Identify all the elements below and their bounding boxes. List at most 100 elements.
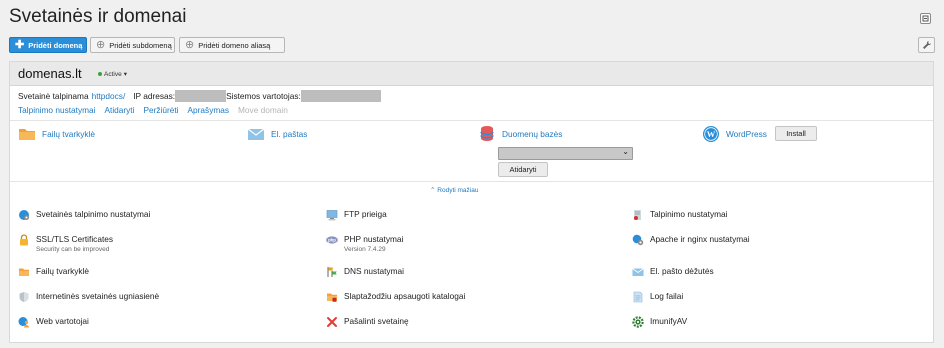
ftp-monitor-icon bbox=[326, 210, 338, 221]
databases-feature[interactable]: Duomenų bazės bbox=[478, 125, 562, 143]
mail-icon bbox=[632, 268, 644, 276]
status-badge[interactable]: Active ▾ bbox=[98, 70, 127, 78]
mail-link[interactable]: El. paštas bbox=[271, 129, 307, 139]
lock-icon bbox=[20, 234, 28, 246]
file-manager-link[interactable]: Failų tvarkyklė bbox=[42, 129, 95, 139]
add-alias-button[interactable]: ⊕ Pridėti domeno aliasą bbox=[179, 37, 285, 53]
ip-label: IP adresas: bbox=[133, 91, 176, 101]
folder-icon bbox=[19, 129, 35, 140]
tool-web-firewall[interactable]: Internetinės svetainės ugniasienė bbox=[18, 291, 159, 303]
shield-icon bbox=[19, 292, 29, 302]
preview-link[interactable]: Peržiūrėti bbox=[143, 105, 178, 115]
tool-log-files[interactable]: Log failai bbox=[632, 291, 683, 303]
svg-text:php: php bbox=[328, 238, 336, 243]
system-user-redacted bbox=[300, 90, 381, 102]
tool-label: PHP nustatymai bbox=[344, 234, 404, 244]
file-manager-feature[interactable]: Failų tvarkyklė bbox=[18, 125, 95, 143]
wrench-icon bbox=[922, 40, 931, 49]
tool-mailboxes[interactable]: El. pašto dėžutės bbox=[632, 266, 714, 278]
tools-button[interactable] bbox=[918, 37, 935, 53]
tool-apache-nginx[interactable]: Apache ir nginx nustatymai bbox=[632, 234, 750, 246]
wordpress-feature[interactable]: W WordPress bbox=[702, 125, 767, 143]
domain-name[interactable]: domenas.lt bbox=[18, 66, 82, 81]
server-settings-icon bbox=[634, 210, 641, 220]
divider bbox=[10, 181, 933, 182]
tool-php-settings[interactable]: php PHP nustatymai Version 7.4.29 bbox=[326, 234, 403, 254]
page-title: Svetainės ir domenai bbox=[9, 6, 187, 27]
open-database-button[interactable]: Atidaryti bbox=[498, 162, 548, 177]
domain-card: domenas.lt Active ▾ Svetainė talpinama h… bbox=[9, 61, 934, 343]
mail-icon bbox=[247, 128, 265, 140]
chevron-down-icon: ▾ bbox=[123, 71, 127, 78]
wordpress-icon: W bbox=[703, 126, 719, 142]
open-link[interactable]: Atidaryti bbox=[104, 105, 134, 115]
locked-folder-icon bbox=[327, 293, 337, 302]
tool-label: Talpinimo nustatymai bbox=[650, 209, 728, 219]
description-link[interactable]: Aprašymas bbox=[188, 105, 230, 115]
divider bbox=[10, 120, 933, 121]
tool-label: El. pašto dėžutės bbox=[650, 266, 714, 276]
wordpress-link[interactable]: WordPress bbox=[726, 129, 767, 139]
tool-file-manager[interactable]: Failų tvarkyklė bbox=[18, 266, 89, 278]
add-domain-label: Pridėti domeną bbox=[28, 40, 83, 50]
open-database-label: Atidaryti bbox=[509, 165, 537, 174]
tool-hosting-settings-2[interactable]: Talpinimo nustatymai bbox=[632, 209, 727, 221]
tool-label: Log failai bbox=[650, 291, 684, 301]
show-less-link[interactable]: ⌃ Rodyti mažiau bbox=[430, 186, 478, 194]
chevron-down-icon: ⌄ bbox=[622, 147, 629, 156]
tool-sublabel: Security can be improved bbox=[36, 246, 110, 253]
hosting-label: Svetainė talpinama bbox=[18, 91, 89, 101]
tool-label: Apache ir nginx nustatymai bbox=[650, 234, 750, 244]
delete-x-icon bbox=[327, 317, 337, 327]
domain-links: Talpinimo nustatymai Atidaryti Peržiūrėt… bbox=[18, 105, 288, 115]
tool-imunifyav[interactable]: ImunifyAV bbox=[632, 316, 687, 328]
plus-icon: ⊕ bbox=[96, 38, 106, 51]
tool-ftp-access[interactable]: FTP prieiga bbox=[326, 209, 387, 221]
add-domain-button[interactable]: ✚ Pridėti domeną bbox=[9, 37, 87, 53]
tool-label: DNS nustatymai bbox=[344, 266, 404, 276]
tool-web-users[interactable]: Web vartotojai bbox=[18, 316, 89, 328]
php-icon: php bbox=[326, 236, 338, 244]
hosting-dir-link[interactable]: httpdocs/ bbox=[92, 91, 126, 101]
status-dot-icon bbox=[98, 72, 102, 76]
imunify-gear-icon bbox=[632, 316, 644, 328]
tool-label: FTP prieiga bbox=[344, 209, 387, 219]
tool-label: Web vartotojai bbox=[36, 316, 89, 326]
tool-label: ImunifyAV bbox=[650, 316, 688, 326]
install-label: Install bbox=[786, 129, 806, 138]
databases-link[interactable]: Duomenų bazės bbox=[502, 129, 562, 139]
folder-icon bbox=[19, 268, 29, 276]
database-icon bbox=[480, 126, 494, 141]
tool-dns-settings[interactable]: DNS nustatymai bbox=[326, 266, 404, 278]
tool-label: Svetainės talpinimo nustatymai bbox=[36, 209, 151, 219]
plus-icon: ⊕ bbox=[185, 38, 195, 51]
collapse-icon[interactable] bbox=[920, 13, 931, 24]
dns-flags-icon bbox=[327, 267, 337, 277]
system-user-label: Sistemos vartotojas: bbox=[226, 91, 301, 101]
globe-gear-icon bbox=[632, 234, 644, 246]
status-label: Active bbox=[104, 70, 122, 78]
svg-text:W: W bbox=[707, 129, 716, 139]
add-subdomain-button[interactable]: ⊕ Pridėti subdomeną bbox=[90, 37, 175, 53]
database-select[interactable]: ⌄ bbox=[498, 147, 633, 160]
add-alias-label: Pridėti domeno aliasą bbox=[198, 40, 271, 50]
tool-ssl-certificates[interactable]: SSL/TLS Certificates Security can be impr… bbox=[18, 234, 113, 254]
tool-hosting-settings[interactable]: Svetainės talpinimo nustatymai bbox=[18, 209, 150, 221]
mail-feature[interactable]: El. paštas bbox=[247, 125, 307, 143]
tool-sublabel: Version 7.4.29 bbox=[344, 246, 386, 253]
tool-remove-website[interactable]: Pašalinti svetainę bbox=[326, 316, 409, 328]
hosting-settings-link[interactable]: Talpinimo nustatymai bbox=[18, 105, 95, 115]
chevron-up-icon: ⌃ bbox=[430, 187, 436, 194]
tool-label: Pašalinti svetainę bbox=[344, 316, 409, 326]
users-icon bbox=[18, 317, 29, 328]
install-button[interactable]: Install bbox=[775, 126, 817, 141]
tool-label: Failų tvarkyklė bbox=[36, 266, 90, 276]
add-subdomain-label: Pridėti subdomeną bbox=[109, 40, 172, 50]
plus-icon: ✚ bbox=[15, 38, 25, 51]
tool-label: SSL/TLS Certificates bbox=[36, 234, 114, 244]
domain-info-row: Svetainė talpinama httpdocs/ IP adresas:… bbox=[18, 90, 381, 102]
tool-password-protected-dirs[interactable]: Slaptažodžiu apsaugoti katalogai bbox=[326, 291, 465, 303]
move-domain-link: Move domain bbox=[238, 105, 288, 115]
tool-label: Internetinės svetainės ugniasienė bbox=[36, 291, 160, 301]
globe-settings-icon bbox=[19, 210, 29, 220]
